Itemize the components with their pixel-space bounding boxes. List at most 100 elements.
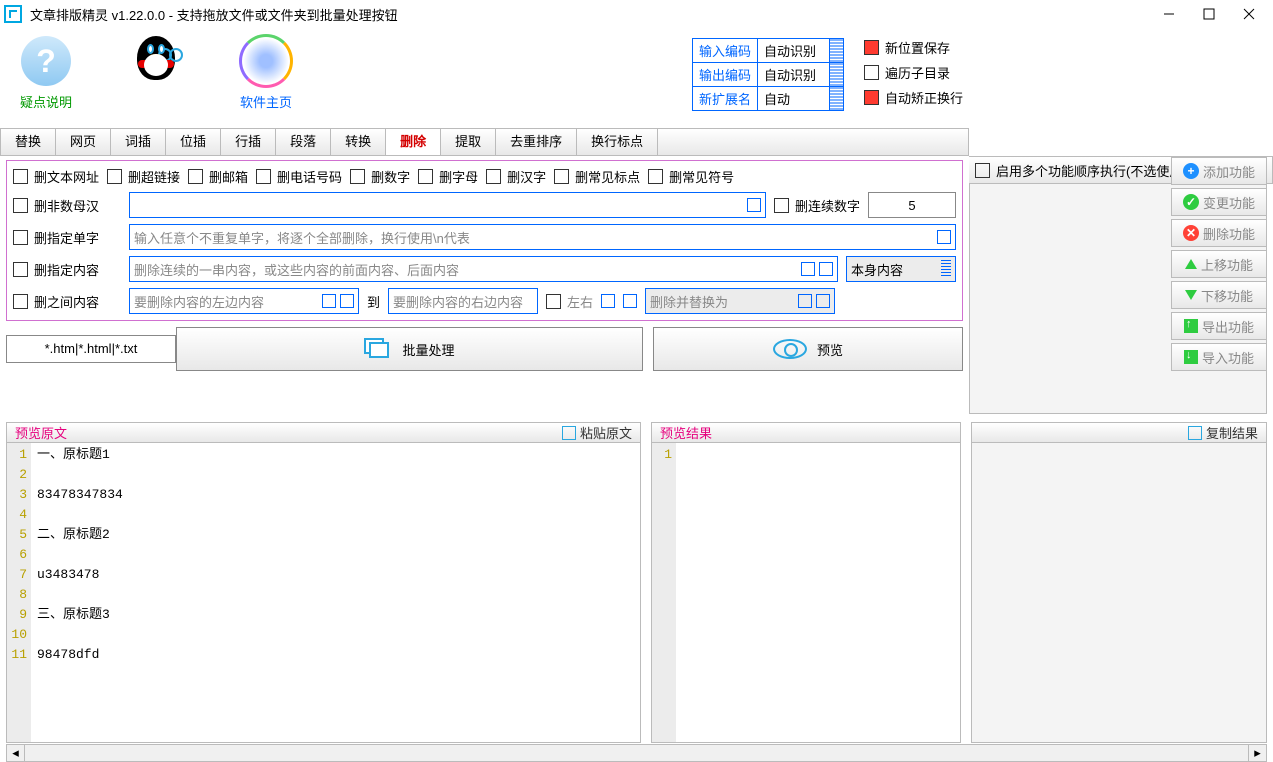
delete-panel: 删文本网址删超链接删邮箱删电话号码删数字删字母删汉字删常见标点删常见符号 删非数… bbox=[6, 160, 963, 321]
sidebar-btn-6[interactable]: ↓导入功能 bbox=[1171, 343, 1267, 371]
tab-3[interactable]: 位插 bbox=[166, 129, 221, 155]
del-opt-2[interactable]: 删邮箱 bbox=[188, 167, 248, 186]
tab-7[interactable]: 删除 bbox=[386, 129, 441, 155]
close-button[interactable] bbox=[1229, 0, 1269, 28]
del-nonnumhan-checkbox[interactable]: 删非数母汉 bbox=[13, 196, 121, 215]
output-encoding-label: 输出编码 bbox=[692, 63, 757, 87]
help-icon: ? bbox=[21, 36, 71, 86]
copy-icon bbox=[1188, 426, 1202, 440]
right-content-input[interactable]: 要删除内容的右边内容 bbox=[388, 288, 538, 314]
help-label: 疑点说明 bbox=[6, 92, 86, 111]
copy-icon[interactable] bbox=[340, 294, 354, 308]
globe-icon bbox=[241, 36, 291, 86]
word-input[interactable]: 输入任意个不重复单字，将逐个全部删除，换行使用\n代表 bbox=[129, 224, 956, 250]
replace-input[interactable]: 删除并替换为 bbox=[645, 288, 835, 314]
sidebar: +添加功能 ✓变更功能 ✕删除功能上移功能下移功能 ↑导出功能 ↓导入功能 bbox=[1171, 157, 1267, 374]
del-opt-8[interactable]: 删常见符号 bbox=[648, 167, 734, 186]
copy-icon[interactable] bbox=[937, 230, 951, 244]
result-editor[interactable]: 1 bbox=[651, 443, 961, 743]
tab-8[interactable]: 提取 bbox=[441, 129, 496, 155]
paste-icon bbox=[562, 426, 576, 440]
contnum-input[interactable] bbox=[868, 192, 956, 218]
result-panel: 预览结果 1 bbox=[651, 422, 961, 740]
tab-6[interactable]: 转换 bbox=[331, 129, 386, 155]
batch-button[interactable]: 批量处理 bbox=[176, 327, 643, 371]
copy-panel: 复制结果 bbox=[971, 422, 1267, 740]
sidebar-btn-4[interactable]: 下移功能 bbox=[1171, 281, 1267, 309]
minimize-button[interactable] bbox=[1149, 0, 1189, 28]
output-encoding-value[interactable]: 自动识别 bbox=[757, 63, 829, 87]
tab-5[interactable]: 段落 bbox=[276, 129, 331, 155]
homepage-button[interactable]: 软件主页 bbox=[226, 36, 306, 111]
nonnumhan-input[interactable] bbox=[129, 192, 766, 218]
scroll-left-icon[interactable]: ◂ bbox=[7, 745, 25, 761]
lr-checkbox[interactable]: 左右 bbox=[546, 292, 593, 311]
source-title: 预览原文 bbox=[15, 423, 562, 442]
content-mode-select[interactable]: 本身内容 bbox=[846, 256, 956, 282]
tab-1[interactable]: 网页 bbox=[56, 129, 111, 155]
content-input[interactable]: 删除连续的一串内容，或这些内容的前面内容、后面内容 bbox=[129, 256, 838, 282]
input-encoding-value[interactable]: 自动识别 bbox=[757, 39, 829, 63]
paste-icon[interactable] bbox=[601, 294, 615, 308]
del-opt-1[interactable]: 删超链接 bbox=[107, 167, 180, 186]
help-button[interactable]: ? 疑点说明 bbox=[6, 36, 86, 111]
to-label: 到 bbox=[367, 292, 380, 311]
output-encoding-dropdown[interactable] bbox=[829, 63, 843, 87]
sidebar-btn-2[interactable]: ✕删除功能 bbox=[1171, 219, 1267, 247]
filetype-input[interactable]: *.htm|*.html|*.txt bbox=[6, 335, 176, 363]
preview-button[interactable]: 预览 bbox=[653, 327, 963, 371]
new-ext-label: 新扩展名 bbox=[692, 87, 757, 111]
tab-10[interactable]: 换行标点 bbox=[577, 129, 658, 155]
sidebar-btn-0[interactable]: +添加功能 bbox=[1171, 157, 1267, 185]
recurse-checkbox[interactable]: 遍历子目录 bbox=[864, 63, 963, 82]
app-logo-icon bbox=[4, 5, 22, 23]
del-opt-6[interactable]: 删汉字 bbox=[486, 167, 546, 186]
paste-source-button[interactable]: 粘贴原文 bbox=[562, 423, 632, 442]
tab-9[interactable]: 去重排序 bbox=[496, 129, 577, 155]
qq-button[interactable] bbox=[116, 36, 196, 107]
sidebar-btn-3[interactable]: 上移功能 bbox=[1171, 250, 1267, 278]
copy-icon[interactable] bbox=[623, 294, 637, 308]
maximize-button[interactable] bbox=[1189, 0, 1229, 28]
tab-4[interactable]: 行插 bbox=[221, 129, 276, 155]
source-editor[interactable]: 1234567891011 一、原标题1 83478347834 二、原标题2 … bbox=[6, 443, 641, 743]
sidebar-btn-5[interactable]: ↑导出功能 bbox=[1171, 312, 1267, 340]
copy-icon[interactable] bbox=[816, 294, 830, 308]
stack-icon bbox=[364, 338, 392, 360]
result-title: 预览结果 bbox=[660, 423, 952, 442]
del-content-checkbox[interactable]: 删指定内容 bbox=[13, 260, 121, 279]
copy-icon[interactable] bbox=[819, 262, 833, 276]
input-encoding-dropdown[interactable] bbox=[829, 39, 843, 63]
copy-icon[interactable] bbox=[747, 198, 761, 212]
window-title: 文章排版精灵 v1.22.0.0 - 支持拖放文件或文件夹到批量处理按钮 bbox=[30, 5, 1149, 24]
input-encoding-label: 输入编码 bbox=[692, 39, 757, 63]
del-between-checkbox[interactable]: 删之间内容 bbox=[13, 292, 121, 311]
del-contnum-checkbox[interactable]: 删连续数字 bbox=[774, 196, 860, 215]
paste-icon[interactable] bbox=[322, 294, 336, 308]
tab-0[interactable]: 替换 bbox=[1, 129, 56, 155]
autowrap-checkbox[interactable]: 自动矫正换行 bbox=[864, 88, 963, 107]
paste-icon[interactable] bbox=[798, 294, 812, 308]
header: ? 疑点说明 软件主页 输入编码 自动识别 输出编码 自动识别 新扩展名 自动 bbox=[0, 28, 969, 128]
newpos-checkbox[interactable]: 新位置保存 bbox=[864, 38, 963, 57]
new-ext-dropdown[interactable] bbox=[829, 87, 843, 111]
mid-row: *.htm|*.html|*.txt 批量处理 预览 bbox=[0, 327, 969, 371]
source-panel: 预览原文 粘贴原文 1234567891011 一、原标题1 834783478… bbox=[6, 422, 641, 740]
del-opt-7[interactable]: 删常见标点 bbox=[554, 167, 640, 186]
new-ext-value[interactable]: 自动 bbox=[757, 87, 829, 111]
eye-icon bbox=[773, 339, 807, 359]
copy-result-button[interactable]: 复制结果 bbox=[1188, 423, 1258, 442]
horizontal-scrollbar[interactable]: ◂ ▸ bbox=[6, 744, 1267, 762]
title-bar: 文章排版精灵 v1.22.0.0 - 支持拖放文件或文件夹到批量处理按钮 bbox=[0, 0, 1273, 28]
extra-area bbox=[971, 443, 1267, 743]
del-word-checkbox[interactable]: 删指定单字 bbox=[13, 228, 121, 247]
sidebar-btn-1[interactable]: ✓变更功能 bbox=[1171, 188, 1267, 216]
scroll-right-icon[interactable]: ▸ bbox=[1248, 745, 1266, 761]
del-opt-4[interactable]: 删数字 bbox=[350, 167, 410, 186]
left-content-input[interactable]: 要删除内容的左边内容 bbox=[129, 288, 359, 314]
paste-icon[interactable] bbox=[801, 262, 815, 276]
del-opt-0[interactable]: 删文本网址 bbox=[13, 167, 99, 186]
del-opt-3[interactable]: 删电话号码 bbox=[256, 167, 342, 186]
del-opt-5[interactable]: 删字母 bbox=[418, 167, 478, 186]
tab-2[interactable]: 词插 bbox=[111, 129, 166, 155]
